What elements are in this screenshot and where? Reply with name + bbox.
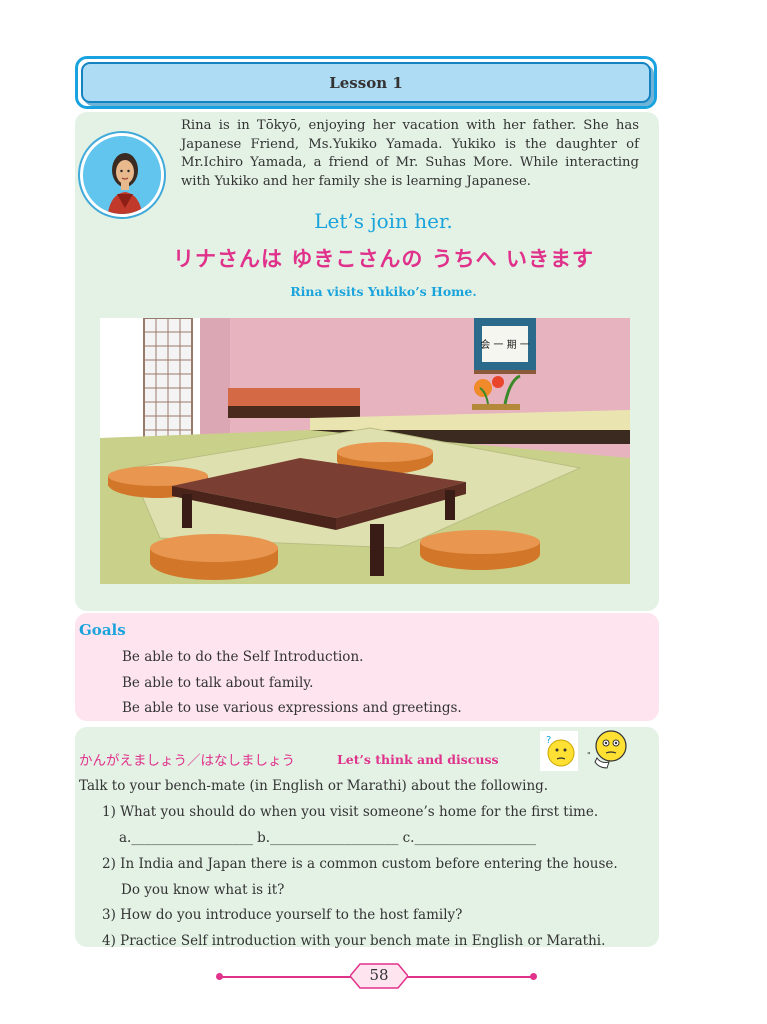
- lesson-title: Lesson 1: [81, 62, 651, 103]
- question-3: 3) How do you introduce yourself to the …: [102, 907, 463, 923]
- footer-dot-right: [530, 973, 537, 980]
- thinking-face-icon: ?: [540, 731, 578, 771]
- japanese-room-illustration: 会 一 期 一: [100, 317, 630, 584]
- goal-item: Be able to talk about family.: [122, 675, 314, 691]
- footer-rule-right: [406, 976, 534, 978]
- question-1: 1) What you should do when you visit som…: [102, 804, 599, 820]
- discussion-heading-english: Let’s think and discuss: [337, 752, 499, 767]
- join-heading: Let’s join her.: [314, 209, 453, 233]
- question-2-followup: Do you know what is it?: [121, 882, 285, 898]
- rina-avatar: [80, 133, 164, 217]
- discussion-instruction: Talk to your bench-mate (in English or M…: [79, 778, 549, 794]
- scroll-calligraphy: 会 一 期 一: [480, 338, 530, 351]
- svg-text:?: ?: [546, 735, 551, 746]
- goal-item: Be able to do the Self Introduction.: [122, 649, 364, 665]
- visit-subtitle: Rina visits Yukiko’s Home.: [290, 284, 477, 299]
- discussion-heading-japanese: かんがえましょう／はなしましょう: [79, 753, 295, 769]
- footer-rule-left: [220, 976, 352, 978]
- answer-blanks: a.__________________ b._________________…: [119, 830, 536, 846]
- lesson-banner: Lesson 1: [75, 56, 657, 109]
- svg-text:": ": [587, 751, 591, 760]
- question-4: 4) Practice Self introduction with your …: [102, 933, 606, 949]
- question-2: 2) In India and Japan there is a common …: [102, 856, 618, 872]
- goal-item: Be able to use various expressions and g…: [122, 700, 462, 716]
- pondering-face-icon: ": [585, 728, 631, 772]
- page-number: 58: [369, 966, 389, 984]
- goals-title: Goals: [79, 621, 126, 639]
- intro-paragraph: Rina is in Tōkyō, enjoying her vacation …: [181, 118, 639, 189]
- japanese-title: リナさんは ゆきこさんの うちへ いきます: [173, 247, 594, 271]
